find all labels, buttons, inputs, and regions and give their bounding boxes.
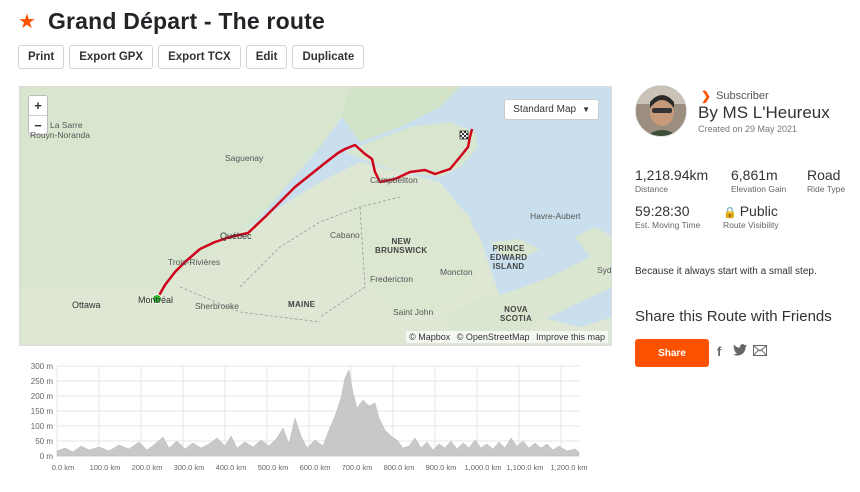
- map-label-montreal: Montréal: [138, 295, 174, 305]
- map-label-rouyn: Rouyn-Noranda: [30, 130, 91, 140]
- map-label-trois-rivieres: Trois-Rivières: [168, 257, 221, 267]
- map-label-nova-scotia: NOVA SCOTIA: [500, 305, 533, 323]
- map-label-havre-aubert: Havre-Aubert: [530, 211, 581, 221]
- map-label-pei: PRINCE EDWARD ISLAND: [490, 244, 528, 271]
- x-tick-label: 1,000.0 km: [464, 463, 501, 472]
- x-tick-label: 800.0 km: [384, 463, 415, 472]
- x-tick-label: 1,200.0 km: [550, 463, 587, 472]
- y-tick-label: 150 m: [31, 407, 54, 416]
- stat-value: 1,218.94km: [635, 167, 709, 183]
- map-label-lasarre: La Sarre: [50, 120, 83, 130]
- stat-label: Distance: [635, 184, 669, 194]
- map-attribution: © Mapbox © OpenStreetMap Improve this ma…: [406, 331, 608, 343]
- avatar[interactable]: [635, 85, 687, 137]
- share-button[interactable]: Share: [635, 339, 709, 367]
- map-style-label: Standard Map: [513, 104, 577, 115]
- stat-label: Elevation Gain: [731, 184, 787, 194]
- y-tick-label: 250 m: [31, 377, 54, 386]
- page-header: ★ Grand Départ - The route: [18, 8, 325, 35]
- x-tick-label: 400.0 km: [216, 463, 247, 472]
- stat-elevation: 6,861m Elevation Gain: [731, 167, 786, 194]
- visibility-value: Public: [739, 203, 778, 219]
- author-name[interactable]: By MS L'Heureux: [698, 103, 830, 123]
- land-cape-breton: [575, 227, 611, 262]
- edit-button[interactable]: Edit: [245, 45, 288, 69]
- created-date: Created on 29 May 2021: [698, 124, 798, 134]
- zoom-in-button[interactable]: +: [29, 96, 47, 115]
- facebook-icon[interactable]: f: [717, 344, 721, 359]
- x-tick-label: 1,100.0 km: [506, 463, 543, 472]
- print-button[interactable]: Print: [18, 45, 65, 69]
- x-tick-label: 900.0 km: [426, 463, 457, 472]
- lock-icon: 🔒: [723, 207, 737, 219]
- y-tick-label: 50 m: [35, 437, 53, 446]
- map-style-select[interactable]: Standard Map ▼: [504, 99, 599, 120]
- map-label-sydney: Syd: [597, 265, 612, 275]
- y-tick-label: 0 m: [40, 452, 54, 461]
- subscriber-label: Subscriber: [716, 90, 769, 102]
- stat-label: Ride Type: [807, 184, 846, 194]
- stat-type: Road Ride Type: [807, 167, 845, 194]
- stat-value: Road: [807, 167, 841, 183]
- map-label-saguenay: Saguenay: [225, 153, 264, 163]
- attribution-osm[interactable]: © OpenStreetMap: [457, 332, 530, 342]
- route-actions: Print Export GPX Export TCX Edit Duplica…: [18, 45, 365, 69]
- subscriber-badge: ❯ Subscriber: [701, 89, 769, 103]
- stat-visibility: 🔒 Public Route Visibility: [723, 203, 779, 230]
- export-tcx-button[interactable]: Export TCX: [158, 45, 241, 69]
- avatar-image: [636, 86, 686, 136]
- stat-value: 59:28:30: [635, 203, 690, 219]
- page-title: Grand Départ - The route: [47, 8, 325, 34]
- stat-value: 🔒 Public: [723, 203, 779, 219]
- y-tick-label: 200 m: [31, 392, 54, 401]
- stat-time: 59:28:30 Est. Moving Time: [635, 203, 700, 230]
- email-icon[interactable]: [753, 344, 767, 359]
- map-label-new-brunswick: NEW BRUNSWICK: [375, 237, 428, 255]
- chevron-down-icon: ▼: [582, 105, 590, 114]
- elevation-x-axis: 0.0 km 100.0 km 200.0 km 300.0 km 400.0 …: [52, 463, 588, 472]
- elevation-area: [56, 369, 580, 457]
- route-map[interactable]: + − Standard Map ▼ La Sarre Rouyn-Norand…: [19, 86, 612, 346]
- duplicate-button[interactable]: Duplicate: [292, 45, 365, 69]
- y-tick-label: 300 m: [31, 362, 54, 371]
- export-gpx-button[interactable]: Export GPX: [69, 45, 154, 69]
- stat-label: Est. Moving Time: [635, 220, 701, 230]
- share-heading: Share this Route with Friends: [635, 308, 832, 325]
- stat-value: 6,861m: [731, 167, 778, 183]
- map-label-cabano: Cabano: [330, 230, 360, 240]
- star-icon[interactable]: ★: [18, 12, 36, 32]
- map-label-sherbrooke: Sherbrooke: [195, 301, 239, 311]
- zoom-control: + −: [28, 95, 48, 135]
- elevation-profile[interactable]: 300 m 250 m 200 m 150 m 100 m 50 m 0 m 0…: [19, 358, 612, 478]
- x-tick-label: 300.0 km: [174, 463, 205, 472]
- map-label-saint-john: Saint John: [393, 307, 434, 317]
- elevation-y-axis: 300 m 250 m 200 m 150 m 100 m 50 m 0 m: [31, 362, 54, 461]
- map-label-ottawa: Ottawa: [72, 300, 101, 310]
- map-label-campbellton: Campbellton: [370, 175, 418, 185]
- y-tick-label: 100 m: [31, 422, 54, 431]
- map-label-moncton: Moncton: [440, 267, 473, 277]
- map-label-fredericton: Fredericton: [370, 274, 413, 284]
- x-tick-label: 500.0 km: [258, 463, 289, 472]
- x-tick-label: 700.0 km: [342, 463, 373, 472]
- x-tick-label: 0.0 km: [52, 463, 75, 472]
- x-tick-label: 100.0 km: [90, 463, 121, 472]
- attribution-improve[interactable]: Improve this map: [536, 332, 605, 342]
- twitter-icon[interactable]: [733, 344, 747, 359]
- x-tick-label: 200.0 km: [132, 463, 163, 472]
- route-description: Because it always start with a small ste…: [635, 266, 817, 277]
- subscriber-icon: ❯: [701, 89, 712, 103]
- attribution-mapbox[interactable]: © Mapbox: [409, 332, 450, 342]
- stat-label: Route Visibility: [723, 220, 779, 230]
- stat-distance: 1,218.94km Distance: [635, 167, 708, 194]
- x-tick-label: 600.0 km: [300, 463, 331, 472]
- map-label-maine: MAINE: [288, 300, 316, 309]
- map-label-quebec: Québec: [220, 231, 252, 241]
